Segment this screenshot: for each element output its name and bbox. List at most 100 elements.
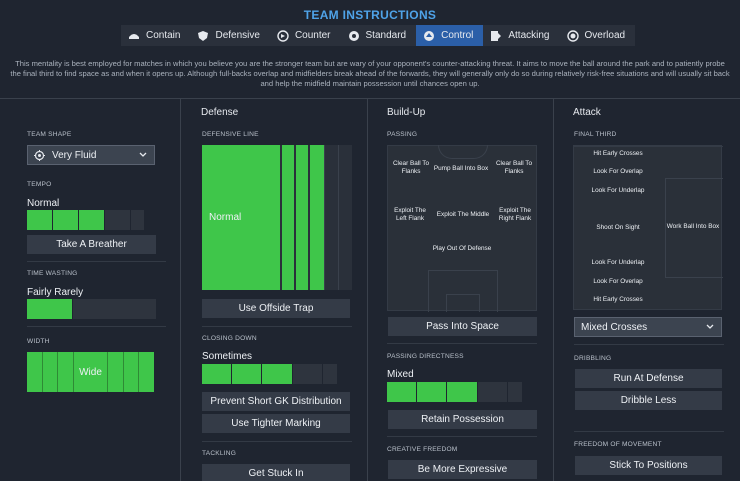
dribble-less-button[interactable]: Dribble Less (575, 391, 722, 410)
standard-icon (348, 30, 360, 42)
pump-ball-into-box-option[interactable]: Pump Ball Into Box (432, 165, 490, 173)
closing-down-value: Sometimes (202, 351, 253, 362)
mentality-label: Control (441, 30, 474, 41)
slider-segment (79, 210, 104, 230)
mentality-overload-button[interactable]: Overload (560, 25, 636, 46)
hit-early-crosses-bottom-option[interactable]: Hit Early Crosses (574, 296, 662, 304)
time-wasting-slider[interactable] (27, 299, 156, 319)
pitch-goal-area (446, 294, 480, 312)
mentality-control-button[interactable]: Control (416, 25, 484, 46)
chevron-down-icon (139, 151, 147, 159)
mentality-defensive-button[interactable]: Defensive (190, 25, 269, 46)
mentality-label: Attacking (508, 30, 550, 41)
hit-early-crosses-top-option[interactable]: Hit Early Crosses (574, 150, 662, 158)
work-ball-into-box-option[interactable]: Work Ball Into Box (664, 223, 722, 231)
play-out-of-defense-option[interactable]: Play Out Of Defense (420, 245, 504, 253)
slider-segment (322, 364, 338, 384)
mentality-counter-button[interactable]: Counter (270, 25, 341, 46)
slider-segment (105, 210, 130, 230)
shield-icon (197, 30, 209, 42)
retain-possession-button[interactable]: Retain Possession (388, 410, 537, 429)
slider-track (73, 299, 156, 319)
mentality-attacking-button[interactable]: Attacking (483, 25, 559, 46)
control-icon (423, 30, 435, 42)
team-shape-dropdown[interactable]: Very Fluid (27, 145, 155, 165)
crossing-type-dropdown[interactable]: Mixed Crosses (574, 317, 722, 337)
look-for-overlap-bottom-option[interactable]: Look For Overlap (574, 278, 662, 286)
slider-segment (447, 382, 477, 402)
slider-segment (202, 364, 232, 384)
defensive-line-marker (294, 145, 296, 290)
passing-directness-slider[interactable] (387, 382, 537, 402)
be-more-expressive-button[interactable]: Be More Expressive (388, 460, 537, 479)
mentality-standard-button[interactable]: Standard (341, 25, 417, 46)
mentality-label: Contain (146, 30, 181, 41)
get-stuck-in-button[interactable]: Get Stuck In (202, 464, 350, 481)
use-offside-trap-button[interactable]: Use Offside Trap (202, 299, 350, 318)
tackling-label: TACKLING (202, 450, 237, 457)
divider (387, 436, 537, 437)
final-third-label: FINAL THIRD (574, 131, 617, 138)
column-title-attack: Attack (573, 107, 601, 118)
mentality-label: Standard (365, 30, 407, 41)
slider-segment (507, 382, 523, 402)
header-divider (0, 98, 740, 99)
slider-segment (387, 382, 417, 402)
prevent-short-gk-distribution-button[interactable]: Prevent Short GK Distribution (202, 392, 350, 411)
look-for-underlap-top-option[interactable]: Look For Underlap (574, 187, 662, 195)
slider-segment (131, 210, 144, 230)
stick-to-positions-button[interactable]: Stick To Positions (575, 456, 722, 475)
column-divider (180, 99, 181, 481)
dribbling-label: DRIBBLING (574, 355, 612, 362)
run-at-defense-button[interactable]: Run At Defense (575, 369, 722, 388)
mentality-contain-button[interactable]: Contain (121, 25, 190, 46)
shoot-on-sight-option[interactable]: Shoot On Sight (574, 224, 662, 232)
column-divider (367, 99, 368, 481)
slider-segment (262, 364, 292, 384)
column-divider (553, 99, 554, 481)
divider (202, 441, 352, 442)
defensive-line-value: Normal (209, 212, 242, 223)
width-value: Wide (79, 366, 102, 378)
look-for-overlap-top-option[interactable]: Look For Overlap (574, 168, 662, 176)
divider (202, 326, 352, 327)
page-title: TEAM INSTRUCTIONS (303, 8, 437, 22)
width-label: WIDTH (27, 338, 50, 345)
team-shape-value: Very Fluid (52, 149, 97, 161)
use-tighter-marking-button[interactable]: Use Tighter Marking (202, 414, 350, 433)
defensive-line-slider[interactable]: Normal (202, 145, 352, 290)
clear-ball-right-option[interactable]: Clear Ball To Flanks (492, 160, 536, 176)
attacking-icon (490, 30, 502, 42)
closing-down-slider[interactable] (202, 364, 352, 384)
clear-ball-left-option[interactable]: Clear Ball To Flanks (389, 160, 433, 176)
overload-icon (566, 29, 579, 42)
tempo-value: Normal (27, 198, 60, 209)
column-title-buildup: Build-Up (387, 107, 426, 118)
slider-fill (27, 299, 72, 319)
column-title-defense: Defense (201, 107, 239, 118)
pass-into-space-button[interactable]: Pass Into Space (388, 317, 537, 336)
freedom-of-movement-label: FREEDOM OF MOVEMENT (574, 441, 662, 448)
team-shape-icon (34, 149, 45, 161)
defensive-line-marker (308, 145, 310, 290)
exploit-middle-option[interactable]: Exploit The Middle (432, 211, 494, 219)
passing-directness-label: PASSING DIRECTNESS (387, 353, 464, 360)
chevron-down-icon (706, 323, 714, 331)
slider-segment (27, 210, 52, 230)
look-for-underlap-bottom-option[interactable]: Look For Underlap (574, 259, 662, 267)
crossing-type-value: Mixed Crosses (581, 321, 648, 333)
exploit-left-flank-option[interactable]: Exploit The Left Flank (390, 207, 430, 223)
mentality-label: Counter (294, 30, 331, 41)
contain-icon (128, 30, 140, 42)
passing-label: PASSING (387, 131, 418, 138)
mentality-label: Overload (584, 30, 626, 41)
mentality-label: Defensive (215, 30, 260, 41)
take-a-breather-button[interactable]: Take A Breather (27, 235, 156, 254)
tempo-slider[interactable] (27, 210, 156, 230)
exploit-right-flank-option[interactable]: Exploit The Right Flank (494, 207, 536, 223)
mentality-selector: Contain Defensive Counter Standard Contr… (121, 25, 636, 46)
divider (574, 431, 724, 432)
defensive-line-marker (338, 145, 339, 290)
defensive-line-marker (324, 145, 325, 290)
width-slider[interactable]: Wide (27, 352, 154, 392)
